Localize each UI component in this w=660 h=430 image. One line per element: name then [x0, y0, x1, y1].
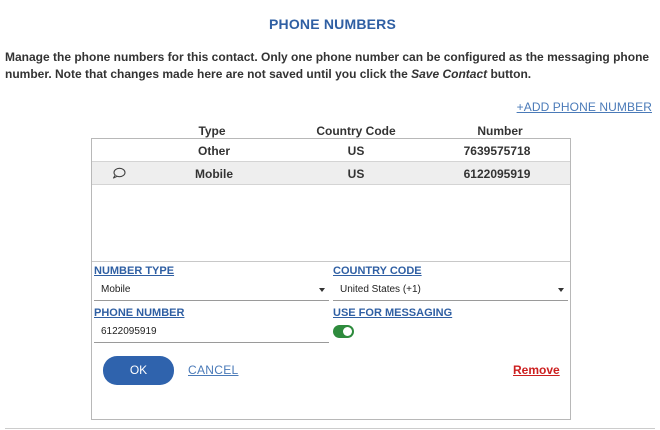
dropdown-caret-icon [319, 288, 325, 292]
page-title: PHONE NUMBERS [268, 16, 397, 32]
phone-number-label: PHONE NUMBER [94, 307, 185, 319]
use-for-messaging-label: USE FOR MESSAGING [333, 307, 453, 319]
country-code-value: United States (+1) [340, 284, 421, 295]
use-for-messaging-toggle[interactable] [333, 325, 354, 338]
add-phone-number-link[interactable]: +ADD PHONE NUMBER [517, 100, 652, 114]
number-type-value: Mobile [101, 284, 131, 295]
cell-number: 6122095919 [463, 167, 531, 181]
country-code-label: COUNTRY CODE [333, 265, 422, 277]
cell-number: 7639575718 [463, 144, 531, 158]
description: Manage the phone numbers for this contac… [5, 49, 657, 83]
cell-country-code: US [347, 167, 365, 181]
speech-bubble-icon [112, 167, 126, 179]
ok-button[interactable]: OK [103, 356, 174, 385]
number-type-label: NUMBER TYPE [94, 265, 175, 277]
list-divider [92, 261, 570, 262]
description-emphasis: Save Contact [411, 67, 488, 81]
phone-number-input[interactable]: 6122095919 [94, 321, 329, 343]
cell-type: Other [197, 144, 231, 158]
number-type-select[interactable]: Mobile [94, 279, 329, 301]
column-header-country-code: Country Code [316, 124, 396, 138]
phone-numbers-panel: Other US 7639575718 Mobile US 6122095919… [91, 138, 571, 420]
remove-button[interactable]: Remove [513, 363, 560, 377]
toggle-knob [343, 327, 352, 336]
description-text: Manage the phone numbers for this contac… [5, 50, 650, 81]
cell-country-code: US [347, 144, 365, 158]
column-header-number: Number [477, 124, 523, 138]
description-text-end: button. [487, 67, 532, 81]
dropdown-caret-icon [558, 288, 564, 292]
table-row[interactable]: Other US 7639575718 [92, 139, 570, 162]
column-header-type: Type [198, 124, 226, 138]
table-row-selected[interactable]: Mobile US 6122095919 [92, 162, 570, 185]
cell-type: Mobile [195, 167, 233, 181]
cancel-button[interactable]: CANCEL [188, 363, 238, 377]
country-code-select[interactable]: United States (+1) [333, 279, 568, 301]
divider [5, 428, 655, 429]
